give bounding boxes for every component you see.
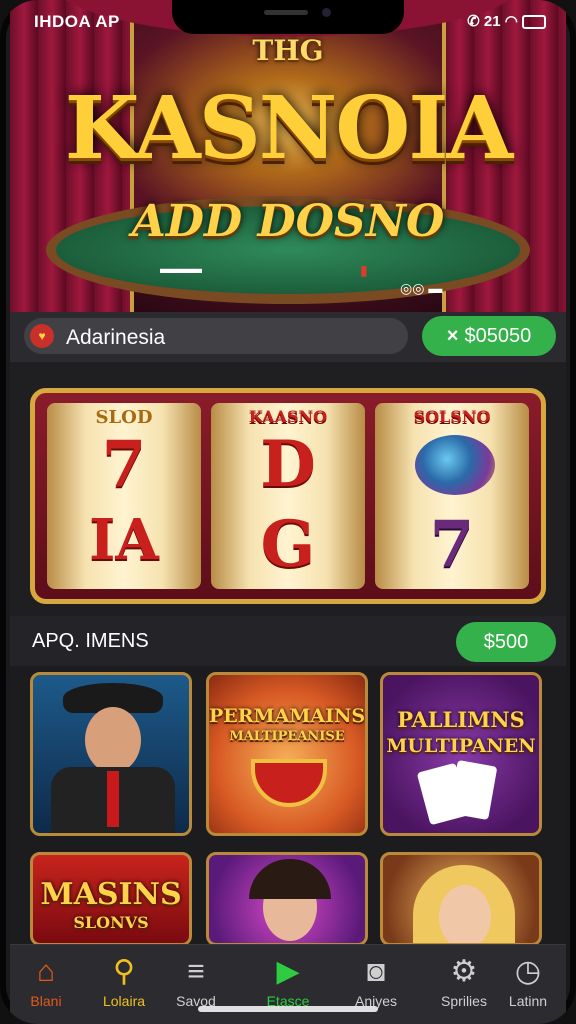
balance-value: $05050 xyxy=(464,325,532,347)
home-indicator[interactable] xyxy=(198,1006,378,1012)
search-text: Adarinesia xyxy=(66,326,166,349)
slot-area: SLOD 7 IA KAASNO D G SOLSNO 7 xyxy=(10,362,566,616)
gear-icon: ⚙ xyxy=(450,955,478,988)
section-header: APQ. IMENS $500 xyxy=(10,616,566,666)
game-card[interactable] xyxy=(206,852,368,946)
game-card-title: PALLIMNS xyxy=(397,707,525,732)
reel-header: SLOD xyxy=(95,407,153,428)
trophy-cup-icon xyxy=(251,759,327,807)
game-card[interactable]: MASINS SLONVS xyxy=(30,852,192,946)
signal-icon: ✆ xyxy=(467,13,480,30)
hero-tagline: ADD DOSNO xyxy=(131,196,445,247)
cards-icon: ▮ xyxy=(360,262,368,278)
tab-savod[interactable]: ≡ Savod xyxy=(150,945,242,1024)
reel-symbol-top: 7 xyxy=(101,427,147,502)
game-card-caption: MULTIPANEN xyxy=(386,735,536,757)
balance-button[interactable]: × $05050 xyxy=(422,316,556,356)
tab-aniyes[interactable]: ◙ Aniyes xyxy=(330,945,422,1024)
reel-1: SLOD 7 IA xyxy=(47,403,201,589)
tie-icon xyxy=(107,771,119,827)
search-icon: ⚲ xyxy=(113,955,135,988)
hero-banner[interactable]: ▬▬▬ ▮ ◎◎ ▬ THG KASNOIA ADD DOSNO xyxy=(10,0,566,312)
reel-3: SOLSNO 7 xyxy=(375,403,529,589)
lamp-icon xyxy=(415,435,495,495)
game-card-title: MASINS xyxy=(40,877,182,912)
reel-2: KAASNO D G xyxy=(211,403,365,589)
game-card-caption: MALTIPEANISE xyxy=(229,729,345,744)
battery-icon xyxy=(522,15,546,30)
character-face xyxy=(85,707,141,773)
search-input[interactable]: ♥ Adarinesia xyxy=(24,318,408,354)
section-title: APQ. IMENS xyxy=(32,630,149,652)
game-card-title: PERMAMAINS xyxy=(209,705,366,727)
reel-symbol-bottom: G xyxy=(260,507,316,582)
reel-header: SOLSNO xyxy=(413,407,491,426)
game-card[interactable] xyxy=(30,672,192,836)
section-amount-button[interactable]: $500 xyxy=(456,622,556,662)
slot-machine[interactable]: SLOD 7 IA KAASNO D G SOLSNO 7 xyxy=(30,388,546,604)
chips-stack: ▬▬▬ xyxy=(160,260,202,276)
menu-icon: ≡ xyxy=(187,955,205,988)
home-icon: ⌂ xyxy=(36,955,56,988)
game-card[interactable]: PALLIMNS MULTIPANEN xyxy=(380,672,542,836)
camera-icon: ◙ xyxy=(366,955,386,988)
character-face xyxy=(439,885,491,943)
hero-title: KASNOIA xyxy=(64,78,514,179)
wifi-icon: ◠ xyxy=(504,13,518,30)
shield-badge-icon: ♥ xyxy=(30,324,54,348)
search-row: ♥ Adarinesia × $05050 xyxy=(10,312,566,362)
clock-icon: ◷ xyxy=(514,955,542,988)
status-left-text: IHDOA AP xyxy=(34,12,120,31)
reel-symbol-bottom: 7 xyxy=(429,507,475,582)
status-right: ✆ 21 ◠ xyxy=(467,12,546,30)
reel-symbol-bottom: IA xyxy=(89,507,159,573)
phone-frame: IHDOA AP ✆ 21 ◠ ▬▬▬ ▮ ◎◎ ▬ THG KASNOIA A… xyxy=(0,0,576,1024)
close-icon: × xyxy=(446,325,459,347)
character-hair xyxy=(249,859,331,899)
bottom-tab-bar: ⌂ Blani ⚲ Lolaira ≡ Savod ▶ Etasce ◙ Ani… xyxy=(10,944,566,1024)
tab-latinn[interactable]: ◷ Latinn xyxy=(490,945,566,1024)
game-card[interactable]: PERMAMAINS MALTIPEANISE xyxy=(206,672,368,836)
reel-header: KAASNO xyxy=(248,407,328,426)
status-time: 21 xyxy=(483,13,501,30)
game-grid: PERMAMAINS MALTIPEANISE PALLIMNS MULTIPA… xyxy=(10,666,566,946)
game-card[interactable] xyxy=(380,852,542,946)
reel-symbol-top: D xyxy=(260,427,316,502)
game-card-caption: SLONVS xyxy=(73,913,149,932)
play-icon: ▶ xyxy=(276,955,300,988)
playing-cards-icon xyxy=(448,759,498,821)
tab-etasce[interactable]: ▶ Etasce xyxy=(242,945,334,1024)
notch xyxy=(172,0,404,34)
tab-label: Latinn xyxy=(508,993,548,1009)
chips-stack: ◎◎ ▬ xyxy=(400,280,443,296)
